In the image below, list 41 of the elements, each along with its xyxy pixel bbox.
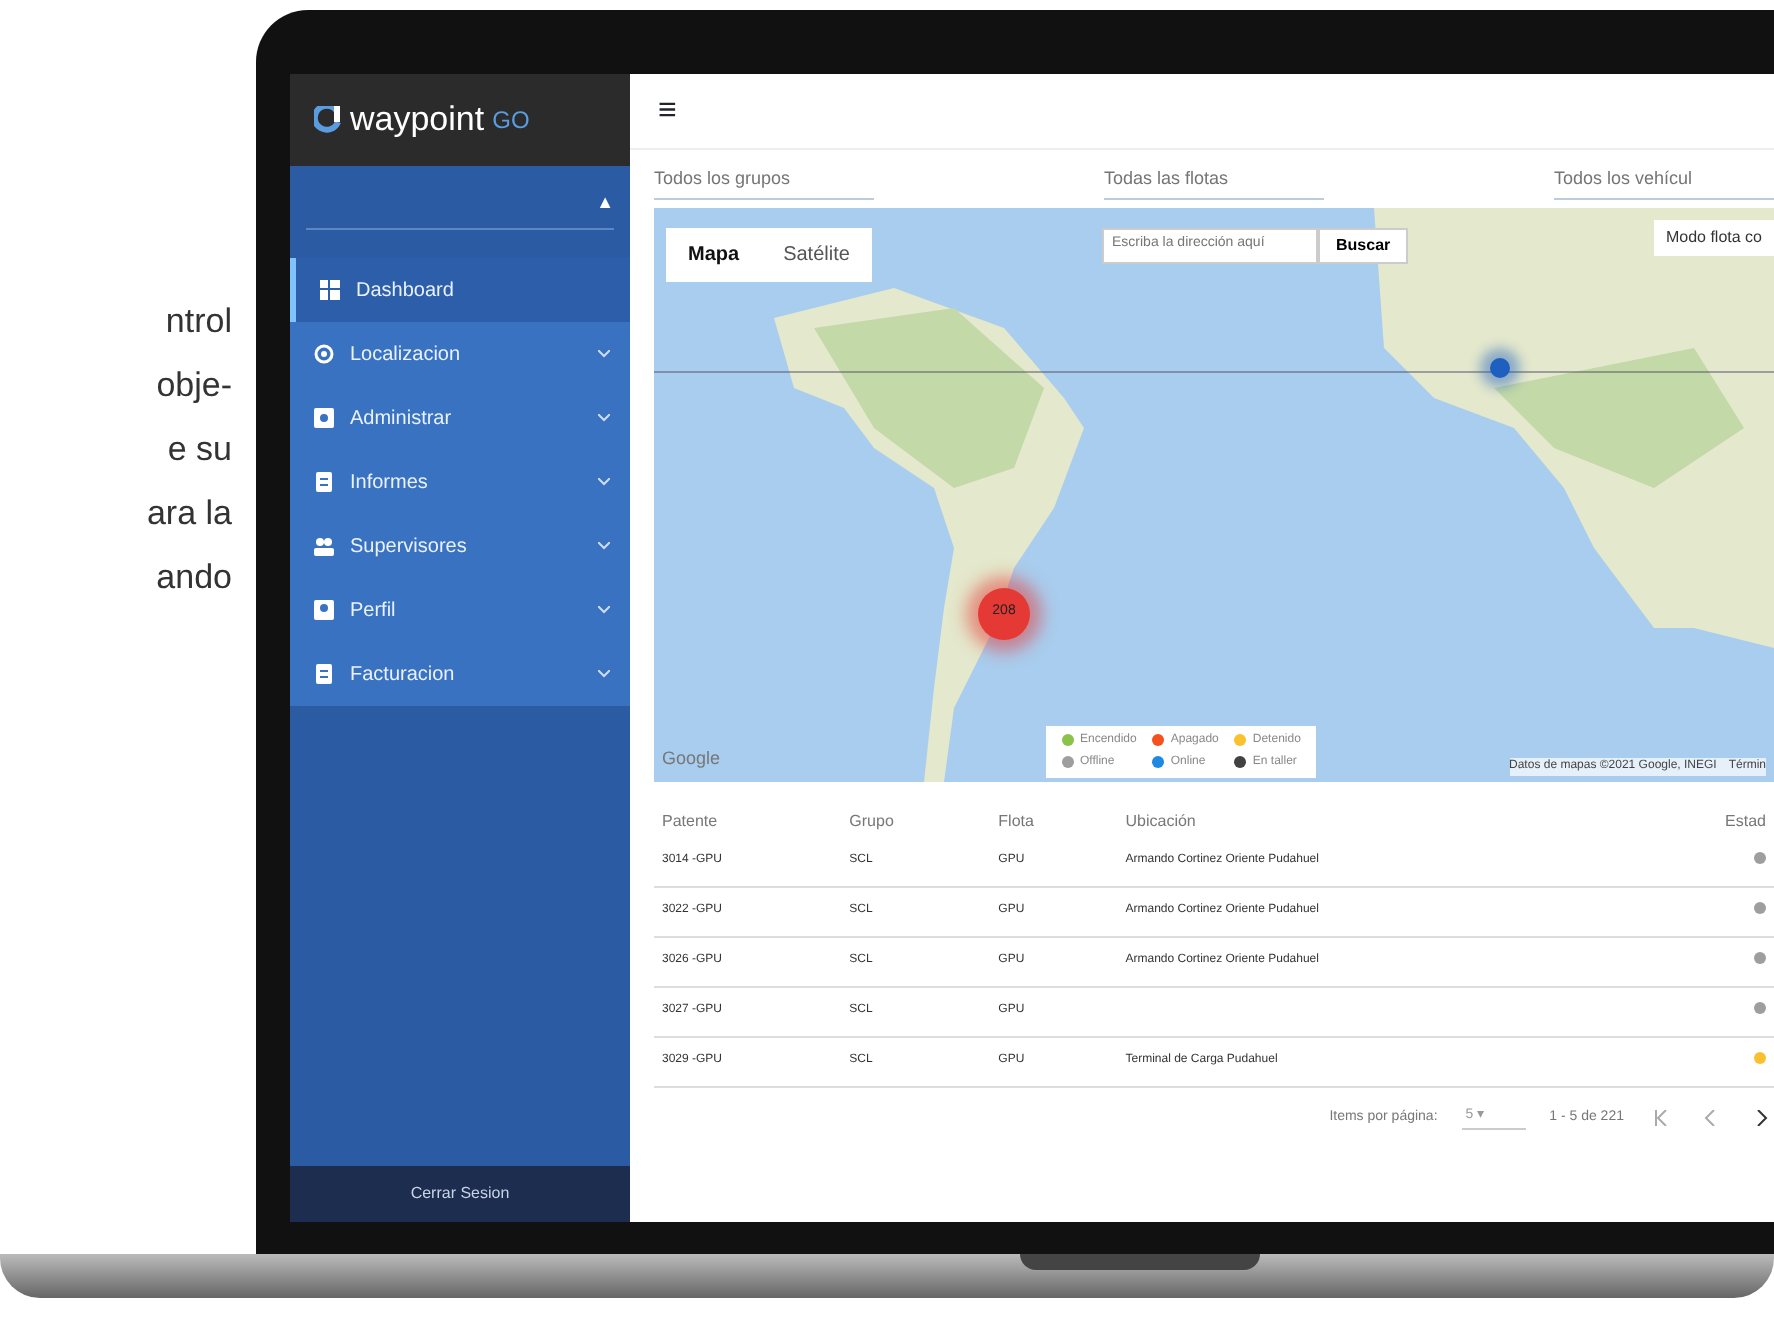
first-page-icon [1654, 1109, 1668, 1126]
sidebar-item[interactable]: Perfil [290, 578, 630, 642]
document-icon [314, 664, 334, 684]
people-icon [314, 536, 334, 556]
sidebar-item[interactable]: Dashboard [290, 258, 630, 322]
column-header: Ubicación [1123, 809, 1198, 833]
document-icon [314, 472, 334, 492]
search-button[interactable]: Buscar [1318, 227, 1409, 263]
chevron-icon [598, 605, 610, 614]
sidebar-item[interactable]: Facturacion [290, 642, 630, 706]
chevron-icon [598, 349, 610, 358]
fleet-mode-button[interactable]: Modo flota co [1653, 219, 1774, 255]
account-select[interactable]: ▲ [306, 190, 614, 230]
chevron-icon [598, 669, 610, 678]
logout-button[interactable]: Cerrar Sesion [290, 1166, 630, 1222]
filter-select[interactable]: Todos los grupos [654, 162, 874, 199]
chevron-icon [598, 541, 610, 550]
logo-text: waypoint [350, 98, 485, 143]
chevron-icon [598, 477, 610, 486]
chevron-icon [598, 413, 610, 422]
logo-accent: GO [492, 104, 530, 138]
menu-icon[interactable]: ≡ [658, 87, 677, 135]
column-header: Flota [996, 809, 1036, 833]
sidebar-item[interactable]: Localizacion [290, 322, 630, 386]
intro-paragraph: ntrol obje- e su ara la ando [144, 300, 234, 600]
dashboard-icon [320, 280, 340, 300]
logo-icon [314, 106, 342, 134]
map-logo: Google [662, 746, 721, 772]
chevron-right-icon [1754, 1109, 1768, 1126]
person-icon [314, 600, 334, 620]
column-header: Patente [660, 809, 720, 833]
sidebar-item[interactable]: Administrar [290, 386, 630, 450]
sidebar-item[interactable]: Supervisores [290, 514, 630, 578]
column-header: Estad [1723, 809, 1768, 833]
chevron-left-icon [1704, 1109, 1718, 1126]
location-icon [314, 344, 334, 364]
gear-icon [314, 408, 334, 428]
column-header: Grupo [847, 809, 896, 834]
sidebar-item[interactable]: Informes [290, 450, 630, 514]
filter-select[interactable]: Todos los vehícul [1554, 162, 1774, 199]
filter-select[interactable]: Todas las flotas [1104, 162, 1324, 199]
